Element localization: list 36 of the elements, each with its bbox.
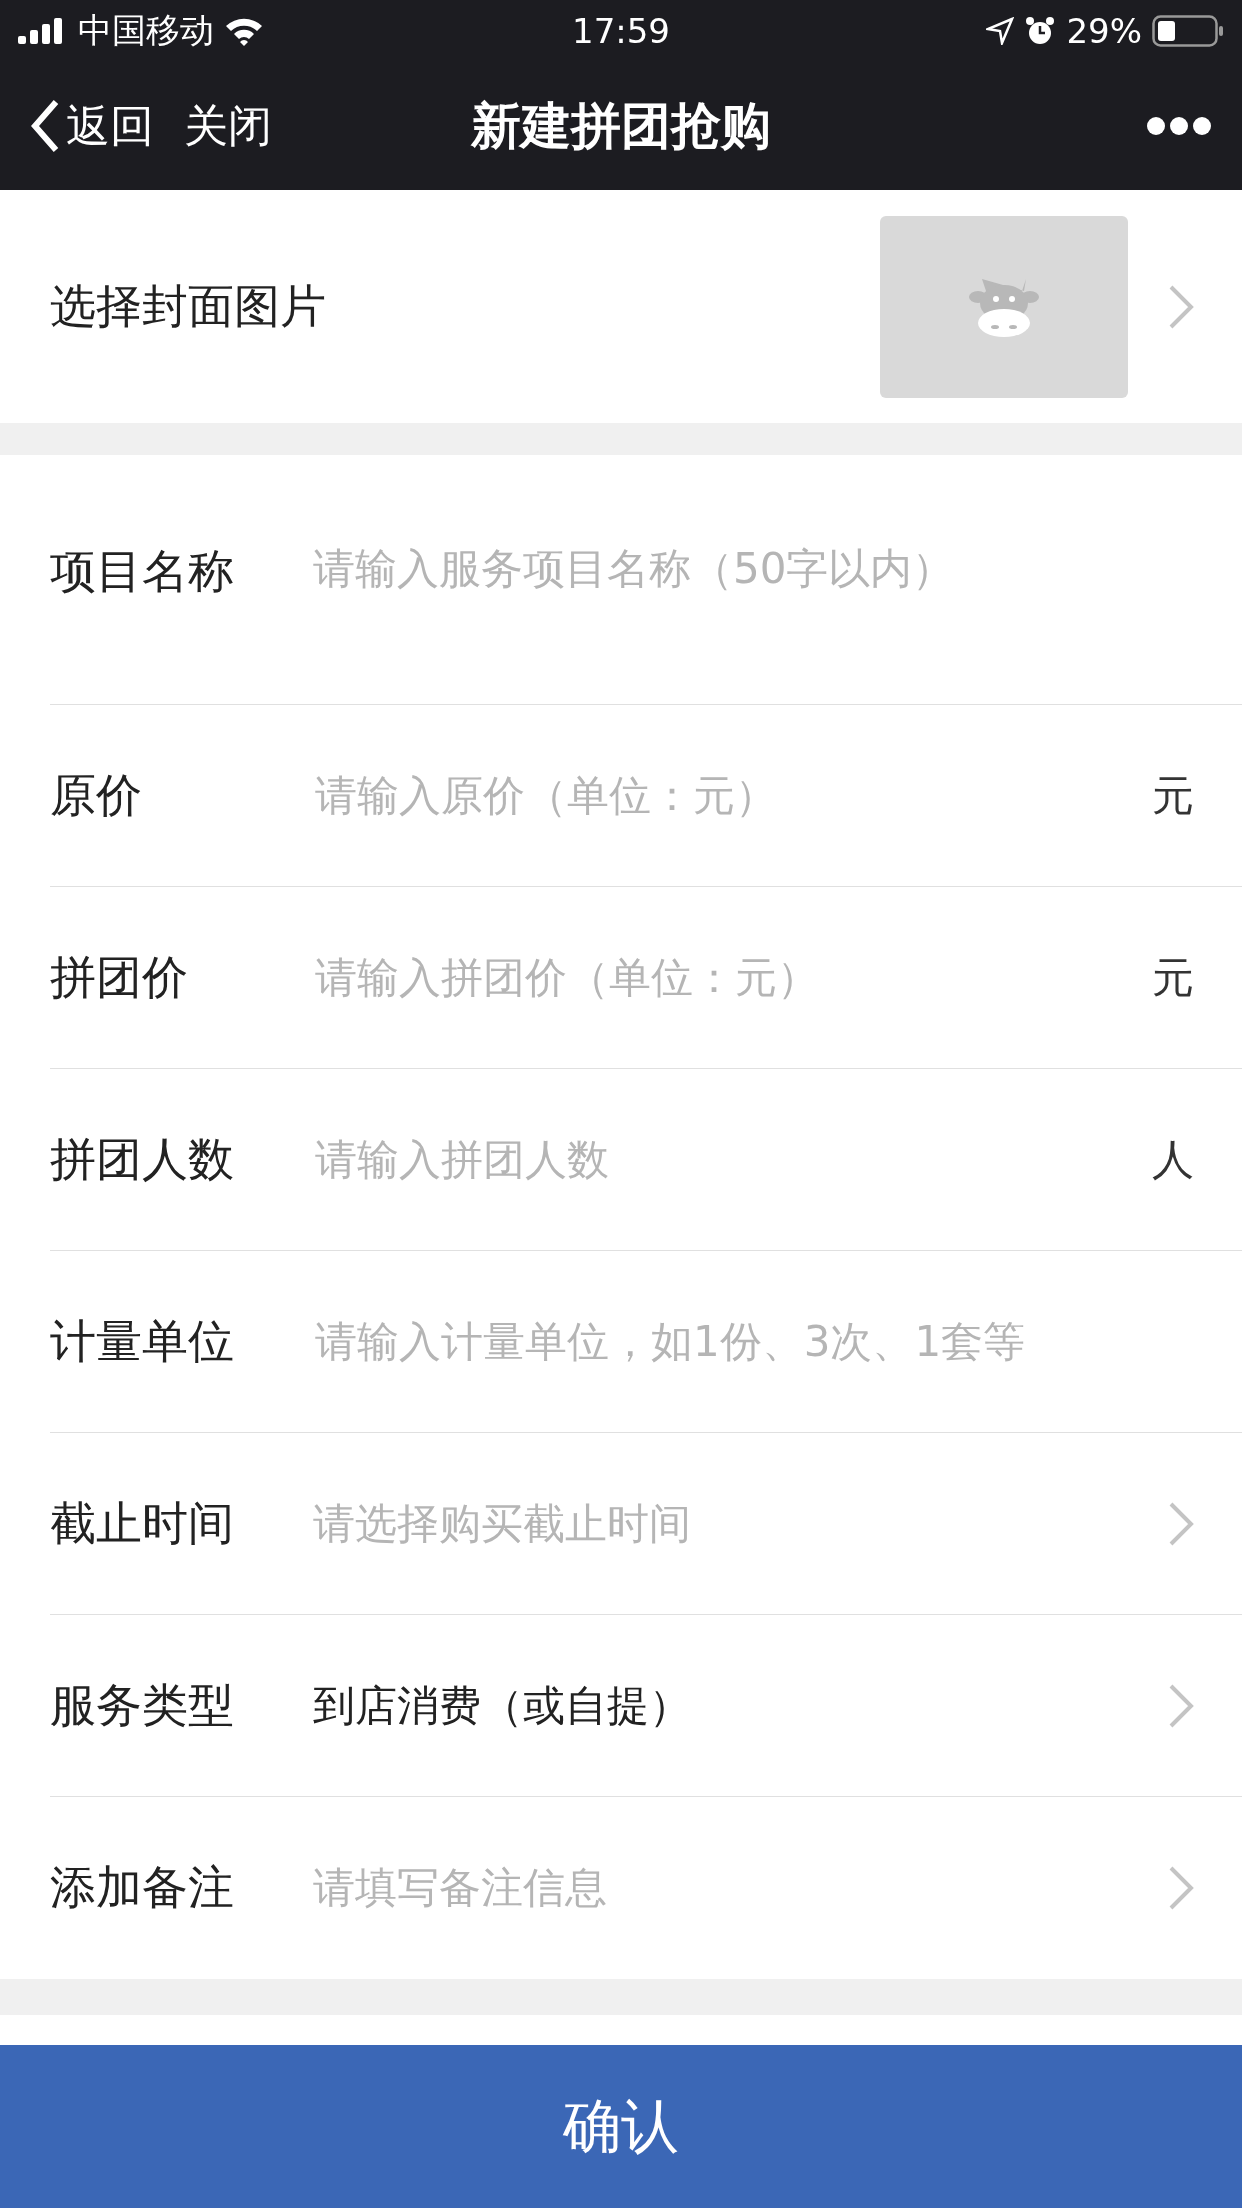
back-chevron-icon xyxy=(30,98,60,154)
chevron-right-icon xyxy=(1168,1865,1194,1911)
page-title: 新建拼团抢购 xyxy=(471,96,771,155)
more-menu-button[interactable] xyxy=(1146,116,1212,136)
alarm-clock-icon xyxy=(1024,15,1057,47)
confirm-button[interactable]: 确认 xyxy=(0,2045,1242,2208)
field-label: 选择封面图片 xyxy=(50,277,326,335)
name-field[interactable]: 请输入服务项目名称（50字以内） xyxy=(313,541,1194,601)
input-field[interactable]: 请输入计量单位，如1份、3次、1套等 xyxy=(313,1316,1194,1367)
select-field[interactable]: 到店消费（或自提） xyxy=(313,1677,1168,1734)
chevron-right-icon xyxy=(1168,1682,1194,1729)
field-label: 拼团价 xyxy=(50,948,189,1006)
field-label: 拼团人数 xyxy=(50,1130,235,1188)
field-label: 服务类型 xyxy=(50,1676,235,1734)
chevron-right-icon xyxy=(1168,1500,1194,1547)
input-field[interactable]: 请输入拼团人数 xyxy=(313,1134,1152,1185)
battery-percent: 29% xyxy=(1066,11,1142,51)
field-label: 项目名称 xyxy=(50,543,235,600)
battery-icon xyxy=(1152,15,1224,47)
back-button[interactable]: 返回 xyxy=(30,96,154,156)
clock-time: 17:59 xyxy=(572,11,670,51)
chevron-right-icon xyxy=(1168,283,1194,330)
field-label: 原价 xyxy=(50,766,143,824)
close-button[interactable]: 关闭 xyxy=(184,96,272,156)
wifi-icon xyxy=(224,16,264,46)
unit-label: 人 xyxy=(1152,1133,1194,1186)
unit-label: 元 xyxy=(1152,951,1194,1004)
input-field[interactable]: 请输入原价（单位：元） xyxy=(313,770,1152,821)
location-arrow-icon xyxy=(986,17,1015,45)
field-label: 截止时间 xyxy=(50,1494,235,1552)
field-label: 添加备注 xyxy=(50,1859,235,1916)
cow-icon xyxy=(968,276,1040,337)
carrier-name: 中国移动 xyxy=(78,9,214,52)
field-label: 计量单位 xyxy=(50,1312,235,1370)
unit-label: 元 xyxy=(1152,769,1194,822)
input-field[interactable]: 请输入拼团价（单位：元） xyxy=(313,952,1152,1003)
